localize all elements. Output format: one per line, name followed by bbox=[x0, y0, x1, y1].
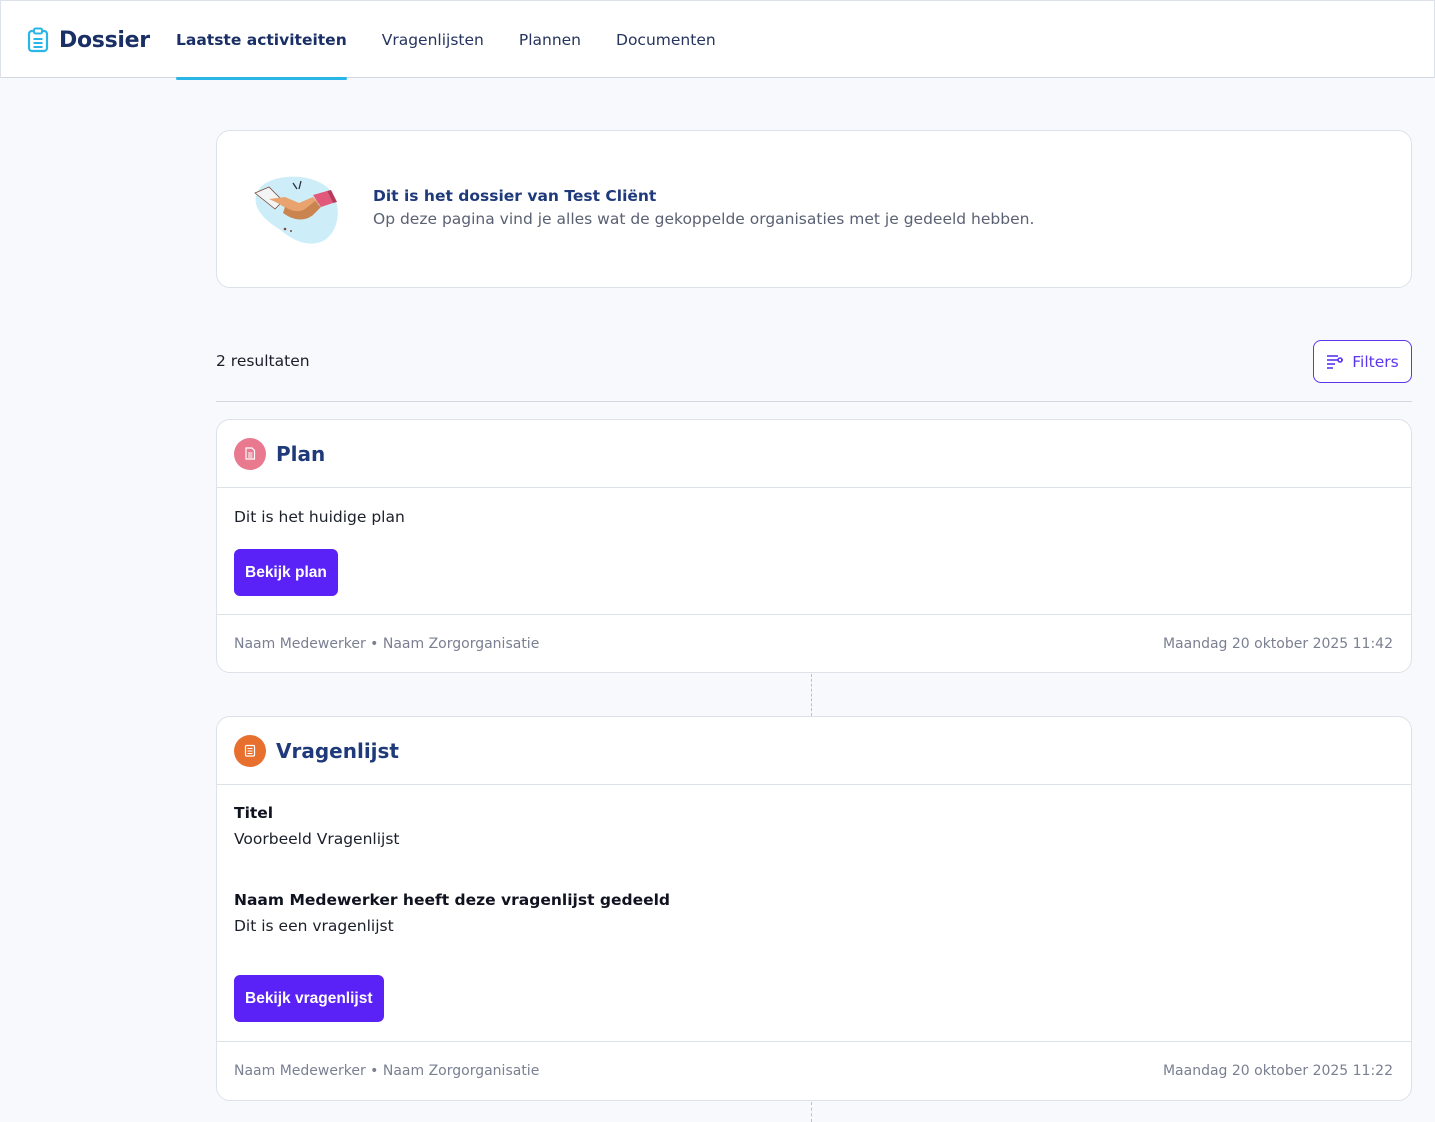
view-plan-button[interactable]: Bekijk plan bbox=[234, 549, 338, 596]
intro-subtitle: Op deze pagina vind je alles wat de geko… bbox=[373, 210, 1035, 228]
filter-icon bbox=[1327, 354, 1344, 369]
card-title: Vragenlijst bbox=[276, 738, 399, 763]
timeline-connector bbox=[811, 1102, 812, 1122]
page-title: Dossier bbox=[59, 27, 150, 53]
clipboard-icon bbox=[27, 27, 49, 53]
vragenlijst-badge bbox=[234, 734, 266, 767]
list-icon bbox=[244, 744, 256, 757]
title-value: Voorbeeld Vragenlijst bbox=[234, 830, 400, 848]
filters-label: Filters bbox=[1352, 352, 1399, 371]
brand: Dossier bbox=[27, 25, 150, 55]
tab-plannen[interactable]: Plannen bbox=[519, 1, 581, 79]
plan-badge bbox=[234, 437, 266, 470]
tab-laatste-activiteiten[interactable]: Laatste activiteiten bbox=[176, 1, 347, 80]
handshake-illustration bbox=[254, 176, 338, 244]
timeline-connector bbox=[811, 674, 812, 716]
activity-card-plan: Plan Dit is het huidige plan Bekijk plan… bbox=[216, 419, 1412, 673]
tab-bar: Laatste activiteiten Vragenlijsten Plann… bbox=[176, 1, 751, 80]
intro-card: Dit is het dossier van Test Cliënt Op de… bbox=[216, 130, 1412, 288]
card-header: Vragenlijst bbox=[217, 717, 1411, 785]
tab-vragenlijsten[interactable]: Vragenlijsten bbox=[382, 1, 484, 79]
view-vragenlijst-button[interactable]: Bekijk vragenlijst bbox=[234, 975, 384, 1022]
top-navigation: Dossier Laatste activiteiten Vragenlijst… bbox=[0, 0, 1435, 80]
card-footer: Naam Medewerker • Naam Zorgorganisatie M… bbox=[217, 614, 1411, 673]
intro-title: Dit is het dossier van Test Cliënt bbox=[373, 187, 657, 205]
timestamp: Maandag 20 oktober 2025 11:42 bbox=[1162, 636, 1393, 652]
card-body: Dit is het huidige plan Bekijk plan bbox=[217, 488, 1411, 614]
author-info: Naam Medewerker • Naam Zorgorganisatie bbox=[234, 636, 540, 652]
tab-documenten[interactable]: Documenten bbox=[616, 1, 716, 79]
card-footer: Naam Medewerker • Naam Zorgorganisatie M… bbox=[217, 1041, 1411, 1100]
shared-label: Naam Medewerker heeft deze vragenlijst g… bbox=[234, 891, 671, 909]
title-label: Titel bbox=[234, 804, 274, 822]
filters-button[interactable]: Filters bbox=[1313, 340, 1412, 383]
card-title: Plan bbox=[276, 441, 326, 466]
plan-description: Dit is het huidige plan bbox=[234, 508, 405, 526]
author-info: Naam Medewerker • Naam Zorgorganisatie bbox=[234, 1063, 540, 1079]
results-count: 2 resultaten bbox=[216, 352, 310, 370]
timestamp: Maandag 20 oktober 2025 11:22 bbox=[1162, 1063, 1393, 1079]
card-body: Titel Voorbeeld Vragenlijst Naam Medewer… bbox=[217, 785, 1411, 1041]
card-header: Plan bbox=[217, 420, 1411, 488]
divider bbox=[216, 401, 1412, 402]
shared-value: Dit is een vragenlijst bbox=[234, 917, 394, 935]
activity-card-vragenlijst: Vragenlijst Titel Voorbeeld Vragenlijst … bbox=[216, 716, 1412, 1101]
document-icon bbox=[245, 447, 256, 460]
